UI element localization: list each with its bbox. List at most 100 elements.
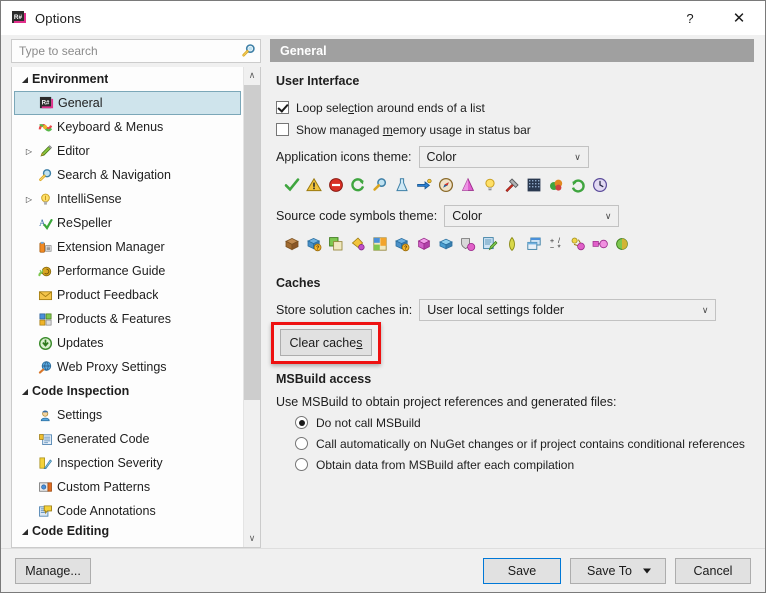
tree-node-inspection-severity[interactable]: Inspection Severity [12,451,243,475]
svg-text:?: ? [404,245,407,251]
svg-text:?: ? [316,245,319,251]
cancel-button[interactable]: Cancel [675,557,751,584]
checkbox-show-managed-memory-box[interactable] [276,123,289,136]
svg-text:R#: R# [41,100,49,106]
store-solution-caches-row: Store solution caches in: User local set… [276,299,763,321]
tree-node-respeller[interactable]: A ReSpeller [12,211,243,235]
radio-obtain-data-after-compilation-dot[interactable] [295,458,308,471]
scroll-up-button[interactable]: ∧ [244,67,260,84]
radio-do-not-call-msbuild-dot[interactable] [295,416,308,429]
footer-actions: Save Save To Cancel [483,557,751,584]
tree-node-generated-code[interactable]: Generated Code [12,427,243,451]
check-green-icon [284,177,300,193]
application-icons-theme-select[interactable]: Color ∨ [418,146,589,168]
tree-node-keyboard-menus[interactable]: Keyboard & Menus [12,115,243,139]
radio-call-automatically-dot[interactable] [295,437,308,450]
settings-tree[interactable]: ◢ Environment R# General Keyboard & Menu… [11,67,261,548]
options-dialog: R# Options ? ✕ Type to search ◢ Environm… [0,0,766,593]
tree-node-label: Updates [57,336,104,350]
source-symbols-theme-label: Source code symbols theme: [276,209,438,223]
tree-node-code-annotations[interactable]: Code Annotations [12,499,243,523]
close-button[interactable]: ✕ [713,1,765,35]
tree-node-extension-manager[interactable]: Extension Manager [12,235,243,259]
package-box-icon [284,236,300,255]
tree-node-performance-guide[interactable]: Performance Guide [12,259,243,283]
spheres-icon [548,177,564,193]
spellcheck-icon: A [36,215,54,231]
store-solution-caches-value: User local settings folder [427,303,565,317]
search-input[interactable] [12,41,238,61]
expander-expand-icon[interactable]: ▷ [22,195,36,204]
scrollbar-thumb[interactable] [244,85,260,400]
tree-node-general[interactable]: R# General [14,91,241,115]
chevron-down-icon[interactable] [643,568,651,573]
clear-caches-wrapper: Clear caches [271,322,381,364]
window-controls: ? ✕ [667,1,765,35]
scroll-down-button[interactable]: ∨ [244,530,260,547]
tree-node-settings[interactable]: Settings [12,403,243,427]
document-pencil-icon [482,236,498,255]
radio-call-automatically[interactable]: Call automatically on NuGet changes or i… [295,433,763,454]
chevron-down-icon[interactable]: ∨ [695,305,715,316]
tree-node-code-editing[interactable]: ◢ Code Editing [12,523,243,539]
pink-cube-icon [416,236,432,255]
settings-tree-items: ◢ Environment R# General Keyboard & Menu… [12,67,243,547]
tree-node-label: Environment [32,72,109,86]
tree-node-editor[interactable]: ▷ Editor [12,139,243,163]
expander-collapse-icon[interactable]: ◢ [18,75,32,84]
expander-collapse-icon[interactable]: ◢ [18,387,32,396]
save-to-button[interactable]: Save To [570,557,666,584]
tree-node-web-proxy-settings[interactable]: Web Proxy Settings [12,355,243,379]
clear-caches-button[interactable]: Clear caches [280,329,372,356]
save-button[interactable]: Save [483,557,561,584]
checkbox-show-managed-memory[interactable]: Show managed memory usage in status bar [276,119,763,140]
settings-navigation-pane: ◢ Environment R# General [9,35,261,548]
tree-node-product-feedback[interactable]: Product Feedback [12,283,243,307]
refresh-green-icon [350,177,366,193]
radio-obtain-data-after-compilation[interactable]: Obtain data from MSBuild after each comp… [295,454,763,475]
grid-matrix-icon [526,177,542,193]
store-solution-caches-select[interactable]: User local settings folder ∨ [419,299,717,321]
checkbox-loop-selection[interactable]: Loop selection around ends of a list [276,97,763,118]
tree-node-intellisense[interactable]: ▷ IntelliSense [12,187,243,211]
tree-node-updates[interactable]: Updates [12,331,243,355]
radio-do-not-call-msbuild[interactable]: Do not call MSBuild [295,412,763,433]
arrow-link-icon [416,177,432,193]
window-icon [526,236,542,255]
tree-node-label: Code Inspection [32,384,130,398]
inspector-icon [36,407,54,423]
source-symbols-theme-select[interactable]: Color ∨ [444,205,620,227]
updates-icon [36,335,54,351]
envelope-icon [36,287,54,303]
expander-expand-icon[interactable]: ▷ [22,147,36,156]
compass-icon [438,177,454,193]
tree-node-code-inspection[interactable]: ◢ Code Inspection [12,379,243,403]
tree-node-environment[interactable]: ◢ Environment [12,67,243,91]
search-box[interactable] [11,39,261,63]
tree-node-products-features[interactable]: Products & Features [12,307,243,331]
theatre-mask-icon [460,236,476,255]
blue-cube-icon [438,236,454,255]
tree-node-search-navigation[interactable]: Search & Navigation [12,163,243,187]
tree-node-label: Search & Navigation [57,168,171,182]
dialog-body: ◢ Environment R# General [1,35,765,548]
checkbox-loop-selection-box[interactable] [276,101,289,114]
application-icons-theme-label: Application icons theme: [276,150,412,164]
hammer-icon [504,177,520,193]
manage-button[interactable]: Manage... [15,557,91,584]
help-button[interactable]: ? [667,1,713,35]
struct-grid-icon [372,236,388,255]
lightbulb-icon [482,177,498,193]
error-stop-icon [328,177,344,193]
annotations-icon [36,503,54,519]
tree-node-label: Extension Manager [57,240,165,254]
tree-scrollbar[interactable]: ∧ ∨ [243,67,260,547]
tree-node-custom-patterns[interactable]: Custom Patterns [12,475,243,499]
extension-icon [36,239,54,255]
chevron-down-icon[interactable]: ∨ [568,152,588,163]
chevron-down-icon[interactable]: ∨ [598,211,618,222]
pink-nodes-icon [592,236,608,255]
expander-collapse-icon[interactable]: ◢ [18,527,32,536]
section-title-user-interface: User Interface [276,74,360,88]
namespace-question-icon: ? [306,236,322,255]
